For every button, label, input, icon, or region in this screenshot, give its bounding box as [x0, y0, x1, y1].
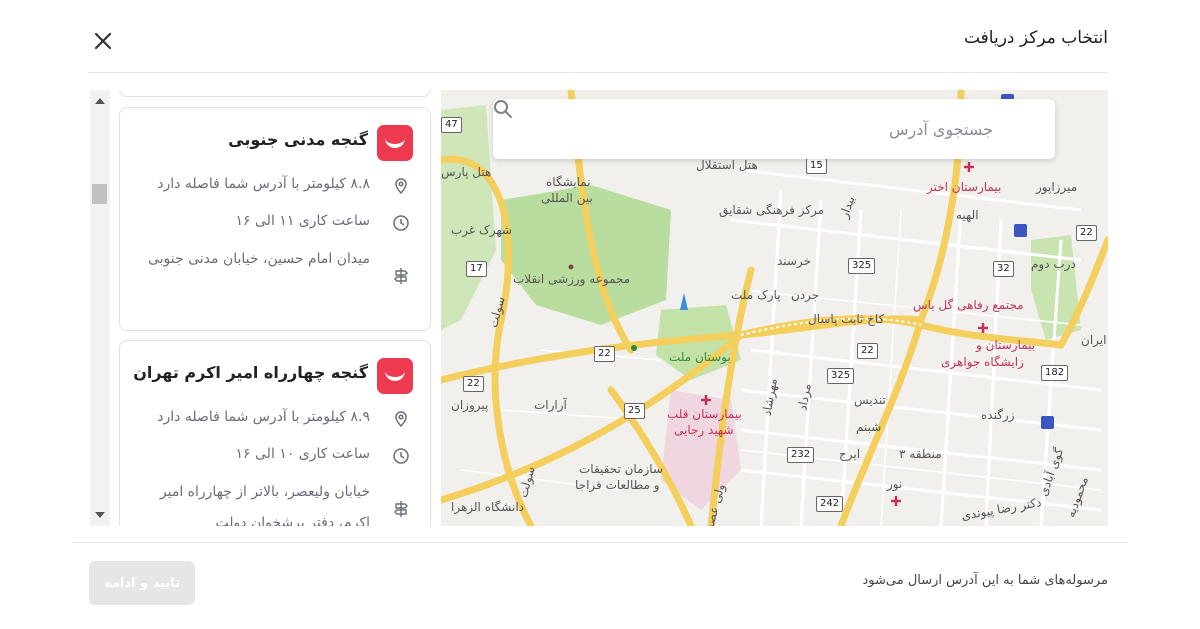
map-label: نور — [887, 477, 903, 491]
map-label: و مطالعات فراجا — [575, 478, 660, 492]
road-shield: 25 — [624, 403, 645, 419]
address-search-box[interactable] — [493, 99, 1055, 159]
road-shield: 22 — [463, 376, 484, 392]
center-hours: ساعت کاری ۱۱ الی ۱۶ — [235, 213, 370, 229]
modal-title: انتخاب مرکز دریافت — [963, 28, 1108, 48]
map-label: زایشگاه جواهری — [941, 355, 1024, 369]
road-shield: 17 — [466, 261, 487, 277]
center-card[interactable]: گنجه چهارراه امیر اکرم تهران ۸.۹ کیلومتر… — [119, 340, 431, 526]
list-item[interactable] — [119, 90, 431, 97]
map-label: ایران — [1081, 333, 1107, 347]
list-scrollbar[interactable] — [90, 90, 110, 526]
map-label: بین المللی — [541, 191, 593, 205]
clock-icon — [393, 215, 409, 231]
map-label: تندیس — [854, 393, 886, 407]
search-icon[interactable] — [493, 99, 513, 119]
road-shield: 182 — [1041, 365, 1069, 381]
map-label: پیروزان — [451, 398, 489, 412]
road-shield: 242 — [816, 496, 844, 512]
map-label: مجتمع رفاهی گل یاس — [913, 298, 1024, 312]
map-label: ایرج — [839, 447, 861, 461]
map-label: نمایشگاه — [546, 175, 591, 189]
map-label: مرکز فرهنگی شقایق — [719, 203, 825, 217]
map-label: هتل استقلال — [696, 158, 758, 172]
signpost-icon — [394, 501, 408, 517]
road-shield: 22 — [1076, 225, 1097, 241]
map-label: بیمارستان قلب — [667, 407, 742, 421]
map-label: شهرک غرب — [451, 223, 512, 237]
confirm-button[interactable]: تایید و ادامه — [89, 561, 195, 605]
map-label: الهیه — [956, 208, 979, 222]
location-pin-icon — [395, 178, 407, 195]
map-label: بیمارستان و — [976, 338, 1036, 352]
map-label: سازمان تحقیقات — [579, 462, 664, 476]
footer-note: مرسوله‌های شما به این آدرس ارسال می‌شود — [862, 573, 1108, 588]
map-label: پارک ملت — [731, 288, 781, 302]
scroll-down-arrow[interactable] — [95, 512, 105, 518]
center-card[interactable]: گنجه مدنی جنوبی ۸.۸ کیلومتر با آدرس شما … — [119, 107, 431, 331]
center-address: خیابان ولیعصر، بالاتر از چهارراه امیر اک… — [159, 484, 370, 526]
center-logo — [377, 125, 413, 161]
map-label: مجموعه ورزشی انقلاب — [513, 272, 631, 286]
search-input[interactable] — [531, 113, 995, 145]
map-label: شهید رجایی — [674, 423, 734, 437]
center-name: گنجه مدنی جنوبی — [228, 130, 368, 149]
center-logo — [377, 358, 413, 394]
road-shield: 15 — [806, 158, 827, 174]
road-shield: 22 — [857, 343, 878, 359]
map-label: جردن — [791, 288, 820, 302]
map-label: بیمارستان اختر — [927, 180, 1002, 194]
center-list[interactable]: گنجه مدنی جنوبی ۸.۸ کیلومتر با آدرس شما … — [90, 90, 433, 526]
map-label: زرگنده — [981, 408, 1015, 422]
map-label: خرسند — [777, 254, 812, 268]
center-name: گنجه چهارراه امیر اکرم تهران — [133, 363, 368, 382]
road-shield: 32 — [993, 261, 1014, 277]
road-shield: 325 — [848, 258, 876, 274]
map-label: کاخ ثابت پاسال — [808, 312, 885, 326]
modal-footer: مرسوله‌های شما به این آدرس ارسال می‌شود … — [72, 542, 1128, 629]
scroll-thumb[interactable] — [92, 184, 107, 204]
center-distance: ۸.۹ کیلومتر با آدرس شما فاصله دارد — [157, 409, 370, 425]
center-distance: ۸.۸ کیلومتر با آدرس شما فاصله دارد — [157, 176, 370, 192]
road-shield: 325 — [827, 368, 855, 384]
center-address: میدان امام حسین، خیابان مدنی جنوبی — [147, 251, 370, 267]
modal-header: انتخاب مرکز دریافت — [88, 10, 1108, 73]
road-shield: 232 — [787, 447, 815, 463]
road-shield: 22 — [594, 346, 615, 362]
map-label: میرزاپور — [1036, 180, 1078, 194]
center-hours: ساعت کاری ۱۰ الی ۱۶ — [235, 446, 370, 462]
pickup-center-modal: انتخاب مرکز دریافت گنجه مدنی جنوبی ۸.۸ ک… — [72, 10, 1128, 628]
map-label: شبنم — [856, 420, 882, 434]
map-label: منطقه ۳ — [899, 447, 942, 461]
map-label: دانشگاه الزهرا — [451, 500, 525, 514]
map-view[interactable]: هتل استقلال هتل پارس نمایشگاه بین المللی… — [441, 90, 1108, 526]
map-label: بوستان ملت — [669, 350, 731, 364]
map-label: درب دوم — [1031, 257, 1076, 271]
location-pin-icon — [395, 411, 407, 428]
road-shield: 47 — [441, 117, 462, 133]
map-label: هتل پارس — [441, 165, 492, 179]
map-label: آرارات — [534, 398, 567, 412]
scroll-up-arrow[interactable] — [95, 98, 105, 104]
close-icon[interactable] — [92, 30, 114, 52]
signpost-icon — [394, 268, 408, 284]
clock-icon — [393, 448, 409, 464]
